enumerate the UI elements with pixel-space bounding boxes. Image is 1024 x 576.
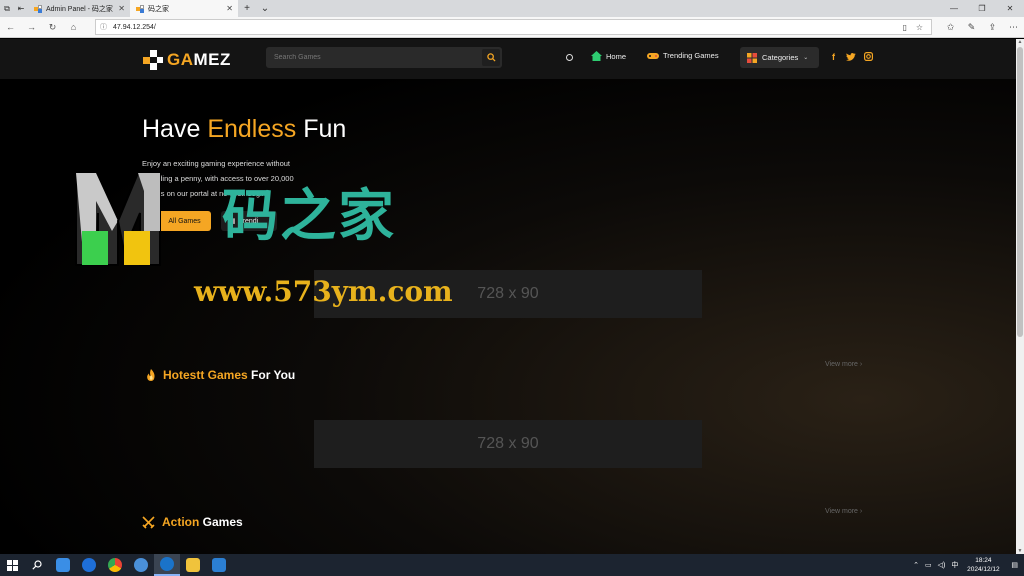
url-field[interactable]: ⓘ 47.94.12.254/ ▯ ☆ — [95, 19, 932, 35]
forward-icon[interactable]: → — [21, 22, 42, 32]
edge-browser-icon[interactable] — [154, 554, 180, 576]
network-icon[interactable]: ▭ — [922, 561, 935, 569]
section-accent-text: Action — [162, 515, 200, 529]
tab-close-icon[interactable]: ✕ — [226, 4, 233, 13]
minimize-icon[interactable]: — — [940, 0, 968, 17]
clock-date: 2024/12/12 — [967, 566, 1000, 573]
app-icon-1[interactable] — [50, 554, 76, 576]
logo-text: GAMEZ — [167, 50, 231, 69]
watermark-url: www.573ym.com — [194, 275, 453, 308]
section-title-hottest: Hotestt Games For You — [146, 368, 295, 382]
gamepad-icon — [647, 52, 659, 59]
section-rest-text: Games — [199, 515, 243, 529]
watermark-brand: 码之家 — [222, 184, 396, 249]
site-favicon-icon — [136, 4, 144, 13]
site-favicon-icon — [34, 4, 42, 13]
reading-view-icon[interactable]: ▯ — [903, 23, 907, 32]
swords-icon — [142, 515, 155, 529]
section-title-action: Action Games — [142, 515, 243, 529]
search-icon — [486, 53, 496, 62]
watermark: 码之家 www.573ym.com — [72, 171, 453, 311]
nav-home-label: Home — [606, 51, 627, 61]
categories-label: Categories — [762, 53, 799, 62]
gamepad-logo-icon — [143, 50, 163, 70]
system-clock[interactable]: 18:24 2024/12/12 — [961, 556, 1005, 574]
hero-title: Have Endless Fun — [142, 115, 347, 143]
favorite-star-icon[interactable]: ☆ — [916, 23, 923, 32]
section-rest-text: For You — [247, 368, 296, 382]
chevron-down-icon: ⌄ — [803, 55, 809, 61]
twitter-icon[interactable] — [846, 53, 856, 61]
share-icon[interactable]: ⇪ — [982, 17, 1003, 38]
categories-dropdown[interactable]: Categories ⌄ — [740, 47, 819, 68]
tab-close-icon[interactable]: ✕ — [118, 4, 125, 13]
search-button[interactable] — [482, 49, 500, 66]
nav-trending[interactable]: Trending Games — [647, 51, 719, 60]
app-icon-2[interactable] — [76, 554, 102, 576]
search-bar — [266, 47, 502, 68]
window-controls: — ❐ ✕ — [940, 0, 1024, 17]
page-scrollbar[interactable]: ▲ ▼ — [1016, 39, 1024, 554]
browser-tab-bar: ⧉ ⇤ Admin Panel - 码之家 ✕ 码之家 ✕ + ⌄ — ❐ ✕ — [0, 0, 1024, 17]
tray-expand-icon[interactable]: ⌃ — [910, 561, 922, 569]
ad-banner-middle[interactable]: 728 x 90 — [314, 420, 702, 468]
chevron-right-icon: › — [859, 361, 863, 368]
view-more-link-action[interactable]: View more › — [825, 508, 862, 515]
website-viewport: GAMEZ Home Trending Games — [0, 39, 1016, 554]
grid-icon — [747, 52, 757, 63]
instagram-icon[interactable] — [864, 52, 873, 61]
photos-icon[interactable] — [206, 554, 232, 576]
tab-dropdown-icon[interactable]: ⌄ — [256, 3, 274, 14]
watermark-m-logo-icon — [75, 172, 161, 266]
refresh-icon[interactable]: ↻ — [42, 22, 63, 33]
site-info-icon[interactable]: ⓘ — [100, 22, 107, 32]
app-icon-4[interactable] — [128, 554, 154, 576]
view-more-link-hottest[interactable]: View more › — [825, 361, 862, 368]
fire-icon — [147, 369, 155, 381]
windows-start-icon[interactable] — [0, 554, 24, 576]
tab-actions-icon[interactable]: ⧉ — [0, 0, 14, 17]
home-icon — [591, 51, 602, 61]
nav-home[interactable]: Home — [591, 51, 626, 61]
clock-time: 18:24 — [975, 557, 992, 564]
notes-icon[interactable]: ✎ — [961, 17, 982, 38]
tab-title: 码之家 — [148, 5, 169, 13]
ime-indicator[interactable]: 中 — [948, 560, 961, 570]
search-taskbar-icon[interactable] — [24, 554, 50, 576]
close-window-icon[interactable]: ✕ — [996, 0, 1024, 17]
home-browser-icon[interactable]: ⌂ — [63, 22, 84, 32]
system-tray: ⌃ ▭ ◁) 中 18:24 2024/12/12 ▤ — [910, 554, 1024, 576]
favorites-icon[interactable]: ✩ — [940, 17, 961, 38]
search-input[interactable] — [266, 47, 480, 68]
os-taskbar: ⌃ ▭ ◁) 中 18:24 2024/12/12 ▤ — [0, 554, 1024, 576]
file-explorer-icon[interactable] — [180, 554, 206, 576]
section-accent-text: Hotestt Games — [163, 368, 248, 382]
nav-trending-label: Trending Games — [663, 51, 719, 60]
facebook-icon[interactable]: f — [832, 52, 835, 62]
chevron-right-icon: › — [859, 508, 863, 515]
browser-address-bar: ← → ↻ ⌂ ⓘ 47.94.12.254/ ▯ ☆ ✩ ✎ ⇪ ⋯ — [0, 17, 1024, 38]
browser-toolbar: ✩ ✎ ⇪ ⋯ — [940, 17, 1024, 38]
site-logo[interactable]: GAMEZ — [142, 49, 231, 71]
tab-list-icon[interactable]: ⇤ — [14, 0, 28, 17]
browser-tab-active[interactable]: 码之家 ✕ — [130, 0, 238, 17]
back-icon[interactable]: ← — [0, 22, 21, 32]
browser-tab-admin[interactable]: Admin Panel - 码之家 ✕ — [28, 0, 130, 17]
new-tab-button[interactable]: + — [238, 3, 256, 14]
more-icon[interactable]: ⋯ — [1003, 17, 1024, 38]
scrollbar-thumb[interactable] — [1017, 47, 1023, 337]
chrome-icon[interactable] — [102, 554, 128, 576]
theme-toggle-icon[interactable] — [566, 54, 573, 61]
volume-icon[interactable]: ◁) — [935, 561, 949, 569]
scroll-up-icon[interactable]: ▲ — [1016, 39, 1024, 45]
site-header: GAMEZ Home Trending Games — [0, 39, 1016, 79]
notification-icon[interactable]: ▤ — [1005, 561, 1024, 569]
url-text: 47.94.12.254/ — [113, 23, 156, 31]
restore-icon[interactable]: ❐ — [968, 0, 996, 17]
tab-title: Admin Panel - 码之家 — [46, 5, 113, 13]
